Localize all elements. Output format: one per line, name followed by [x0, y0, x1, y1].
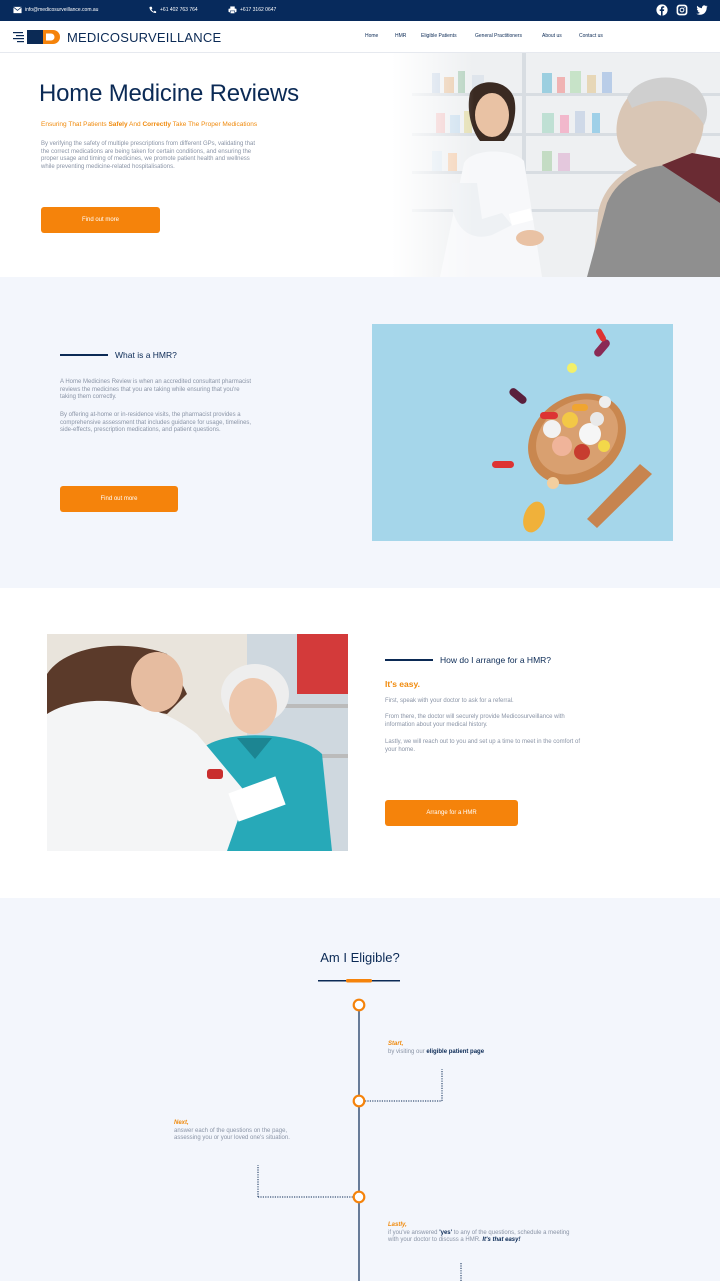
heading-text: What is a HMR? — [115, 350, 177, 360]
step-3-easy: It's that easy! — [482, 1237, 521, 1243]
logo-text: MEDICOSURVEILLANCE — [67, 29, 222, 45]
phone-icon — [149, 6, 157, 14]
eligibility-section: Am I Eligible? Start, by visiting our el… — [0, 898, 720, 1281]
logo-capsule-icon — [13, 30, 60, 44]
tagline-part: Ensuring That Patients — [41, 121, 109, 128]
site-header: MEDICOSURVEILLANCE Home HMR Eligible Pat… — [0, 21, 720, 53]
hero-tagline: Ensuring That Patients Safely And Correc… — [41, 121, 257, 128]
arrange-heading: How do I arrange for a HMR? — [385, 655, 551, 665]
its-easy-label: It's easy. — [385, 679, 420, 689]
heading-text: How do I arrange for a HMR? — [440, 655, 552, 665]
nav-general-practitioners[interactable]: General Practitioners — [475, 33, 522, 39]
heading-rule — [60, 354, 108, 356]
top-bar: info@medicosurveillance.com.au +61 402 7… — [0, 0, 720, 21]
timeline-node-1 — [352, 998, 366, 1012]
what-paragraph-1: A Home Medicines Review is when an accre… — [60, 379, 252, 400]
step-3-lead: Lastly, — [388, 1222, 407, 1228]
heading-rule — [385, 659, 433, 661]
email-contact[interactable]: info@medicosurveillance.com.au — [13, 6, 98, 14]
logo[interactable]: MEDICOSURVEILLANCE — [13, 29, 221, 45]
tagline-safely: Safely — [108, 121, 128, 128]
what-paragraph-2: By offering at-home or in-residence visi… — [60, 412, 252, 433]
fax-text: +617 3162 0647 — [240, 7, 277, 13]
eligibility-step-2: Next, answer each of the questions on th… — [174, 1120, 304, 1143]
step-1-text: by visiting our — [388, 1048, 427, 1055]
hero-title: Home Medicine Reviews — [39, 80, 299, 107]
instagram-icon[interactable] — [676, 4, 688, 16]
arrange-paragraph-1: First, speak with your doctor to ask for… — [385, 698, 514, 704]
facebook-icon[interactable] — [656, 4, 668, 16]
timeline-node-3 — [352, 1190, 366, 1204]
step-3-yes: 'yes' — [439, 1229, 453, 1236]
eligibility-timeline — [257, 979, 462, 1281]
step-3-text: if you've answered — [388, 1229, 440, 1236]
hero-section: Home Medicine Reviews Ensuring That Pati… — [0, 53, 720, 277]
arrange-paragraph-2: From there, the doctor will securely pro… — [385, 714, 565, 728]
phone-contact[interactable]: +61 402 763 764 — [148, 6, 198, 14]
nav-contact-us[interactable]: Contact us — [579, 33, 603, 39]
pharmacist-elderly-woman-photo — [47, 634, 348, 851]
what-is-hmr-section: What is a HMR? A Home Medicines Review i… — [0, 277, 720, 588]
what-is-hmr-heading: What is a HMR? — [60, 350, 177, 360]
pills-spoon-photo — [372, 324, 673, 541]
timeline-node-2 — [352, 1094, 366, 1108]
fax-icon — [228, 6, 237, 14]
tagline-part: Take The Proper Medications — [170, 121, 258, 128]
eligible-patient-page-link[interactable]: eligible patient page — [426, 1049, 484, 1055]
twitter-icon[interactable] — [696, 4, 708, 16]
nav-home[interactable]: Home — [365, 33, 378, 39]
pharmacist-photo — [392, 53, 720, 277]
eligibility-step-3: Lastly, if you've answered 'yes' to any … — [388, 1222, 578, 1245]
what-find-out-more-button[interactable]: Find out more — [60, 486, 178, 512]
nav-about-us[interactable]: About us — [542, 33, 562, 39]
step-2-text: answer each of the questions on the page… — [174, 1127, 290, 1142]
nav-eligible-patients[interactable]: Eligible Patients — [421, 33, 457, 39]
nav-hmr[interactable]: HMR — [395, 33, 406, 39]
hero-find-out-more-button[interactable]: Find out more — [41, 207, 160, 233]
tagline-correctly: Correctly — [142, 121, 171, 128]
arrange-hmr-section: How do I arrange for a HMR? It's easy. F… — [0, 588, 720, 898]
mail-icon — [13, 6, 22, 14]
fax-contact[interactable]: +617 3162 0647 — [228, 6, 276, 14]
email-text: info@medicosurveillance.com.au — [25, 7, 99, 13]
step-2-lead: Next, — [174, 1120, 189, 1126]
phone-text: +61 402 763 764 — [160, 7, 198, 13]
tagline-part: And — [127, 121, 143, 128]
step-1-lead: Start, — [388, 1041, 404, 1047]
eligibility-step-1: Start, by visiting our eligible patient … — [388, 1041, 578, 1056]
arrange-hmr-button[interactable]: Arrange for a HMR — [385, 800, 518, 826]
arrange-paragraph-3: Lastly, we will reach out to you and set… — [385, 739, 580, 753]
hero-description: By verifying the safety of multiple pres… — [41, 141, 255, 170]
